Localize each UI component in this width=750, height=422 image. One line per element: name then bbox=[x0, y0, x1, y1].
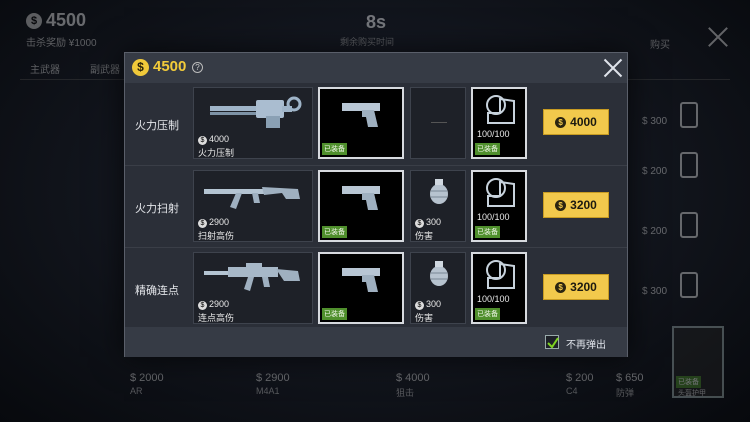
equipped-badge: 已装备 bbox=[322, 143, 347, 155]
loadout-purchase-dialog: $ 4500 ? 火力压制 $4000 火力压制 已装备 100/100 已装备… bbox=[124, 52, 628, 357]
armor-slot[interactable]: 100/100 已装备 bbox=[471, 87, 527, 159]
bg-bottom-price: $ 650 bbox=[616, 372, 644, 384]
player-money: 4500 bbox=[153, 58, 187, 75]
armor-icon bbox=[680, 272, 698, 298]
secondary-weapon-slot[interactable]: 已装备 bbox=[318, 170, 404, 242]
dollar-icon: $ bbox=[555, 282, 567, 293]
bg-bottom-name: M4A1 bbox=[256, 386, 280, 396]
dont-show-again-label: 不再弹出 bbox=[566, 340, 606, 351]
grenade-slot[interactable]: $300 伤害 bbox=[410, 170, 466, 242]
dollar-icon: $ bbox=[198, 136, 207, 145]
armor-icon bbox=[486, 95, 515, 124]
dollar-icon: $ bbox=[555, 117, 567, 128]
bg-bottom-name: 狙击 bbox=[396, 388, 415, 398]
dialog-footer: 不再弹出 bbox=[125, 327, 627, 357]
empty-slot-dash bbox=[431, 122, 447, 123]
dollar-coin-icon: $ bbox=[132, 59, 149, 76]
ak-rifle-icon bbox=[204, 187, 300, 209]
buy-loadout-button[interactable]: $3200 bbox=[543, 192, 609, 218]
bg-money-sub: 击杀奖励 ¥1000 bbox=[26, 38, 97, 49]
dollar-icon: $ bbox=[198, 219, 207, 228]
primary-name: 连点高伤 bbox=[198, 313, 235, 323]
bg-tab-secondary: 副武器 bbox=[90, 65, 120, 76]
bg-right-item: $ 200 bbox=[640, 150, 740, 184]
bg-close-icon bbox=[707, 26, 729, 48]
loadout-row: 火力压制 $4000 火力压制 已装备 100/100 已装备 $ 4000 bbox=[125, 83, 627, 163]
pistol-icon bbox=[342, 268, 380, 292]
help-icon[interactable]: ? bbox=[192, 62, 203, 73]
equipped-badge: 已装备 bbox=[322, 226, 347, 238]
grenade-icon bbox=[430, 261, 448, 286]
dialog-header: $ 4500 ? bbox=[125, 53, 627, 83]
pistol-icon bbox=[342, 186, 380, 210]
primary-name: 扫射高伤 bbox=[198, 231, 235, 241]
primary-price: $2900 bbox=[198, 217, 229, 228]
armor-slot[interactable]: 100/100 已装备 bbox=[471, 252, 527, 324]
armor-icon bbox=[486, 178, 515, 207]
loadout-row: 精确连点 $2900 连点高伤 已装备 $ 300 伤害 100/100 已装备… bbox=[125, 247, 627, 327]
pistol-icon bbox=[342, 103, 380, 127]
bg-right-item: $ 300 bbox=[640, 100, 740, 134]
bg-bottom-price: $ 2900 bbox=[256, 372, 290, 384]
dollar-icon: $ bbox=[415, 219, 424, 228]
bg-selected-item: 已装备 头盔护甲 bbox=[672, 326, 724, 398]
flashbang-icon bbox=[680, 152, 698, 178]
loadout-name: 火力扫射 bbox=[135, 203, 179, 215]
primary-price: $4000 bbox=[198, 134, 229, 145]
secondary-weapon-slot[interactable]: 已装备 bbox=[318, 252, 404, 324]
checkmark-icon bbox=[547, 337, 559, 349]
secondary-weapon-slot[interactable]: 已装备 bbox=[318, 87, 404, 159]
grenade-name: 伤害 bbox=[415, 231, 434, 241]
loadout-row: 火力扫射 $2900 扫射高伤 已装备 $ 300 伤害 100/100 已装备… bbox=[125, 165, 627, 245]
game-screen: $4500 击杀奖励 ¥1000 8s 剩余购买时间 购买 主武器 副武器 $ … bbox=[0, 0, 750, 422]
bg-money: $4500 bbox=[26, 10, 86, 31]
grenade-name: 伤害 bbox=[415, 313, 434, 323]
smoke-icon bbox=[680, 212, 698, 238]
armor-value: 100/100 bbox=[477, 294, 510, 304]
grenade-price: $300 bbox=[415, 299, 441, 310]
buy-loadout-button[interactable]: $3200 bbox=[543, 274, 609, 300]
equipped-badge: 已装备 bbox=[475, 226, 500, 238]
dollar-icon: $ bbox=[198, 301, 207, 310]
armor-icon bbox=[486, 260, 515, 289]
grenade-slot[interactable]: $300 伤害 bbox=[410, 252, 466, 324]
bg-tab-primary: 主武器 bbox=[30, 65, 60, 76]
loadout-name: 精确连点 bbox=[135, 285, 179, 297]
dollar-icon: $ bbox=[415, 301, 424, 310]
primary-weapon-slot[interactable]: $4000 火力压制 bbox=[193, 87, 313, 159]
equipped-badge: 已装备 bbox=[322, 308, 347, 320]
primary-weapon-slot[interactable]: $2900 连点高伤 bbox=[193, 252, 313, 324]
bg-right-label: 购买 bbox=[650, 40, 670, 51]
bg-right-item: $ 300 bbox=[640, 270, 740, 304]
armor-value: 100/100 bbox=[477, 212, 510, 222]
dont-show-again-checkbox[interactable] bbox=[545, 335, 559, 349]
bg-timer: 8s bbox=[366, 12, 387, 32]
m4-rifle-icon bbox=[204, 263, 300, 291]
primary-weapon-slot[interactable]: $2900 扫射高伤 bbox=[193, 170, 313, 242]
close-button[interactable] bbox=[603, 58, 623, 78]
equipped-badge: 已装备 bbox=[475, 143, 500, 155]
grenade-price: $300 bbox=[415, 217, 441, 228]
bg-bottom-name: C4 bbox=[566, 386, 578, 396]
grenade-icon bbox=[680, 102, 698, 128]
buy-loadout-button[interactable]: $4000 bbox=[543, 109, 609, 135]
bg-right-item: $ 200 bbox=[640, 210, 740, 244]
primary-price: $2900 bbox=[198, 299, 229, 310]
bg-bottom-name: AR bbox=[130, 386, 143, 396]
minigun-icon bbox=[210, 96, 302, 128]
bg-dollar-icon: $ bbox=[26, 13, 42, 29]
loadout-name: 火力压制 bbox=[135, 120, 179, 132]
grenade-slot-empty bbox=[410, 87, 466, 159]
equipped-badge: 已装备 bbox=[475, 308, 500, 320]
bg-bottom-price: $ 200 bbox=[566, 372, 594, 384]
bg-bottom-price: $ 4000 bbox=[396, 372, 430, 384]
bg-timer-sub: 剩余购买时间 bbox=[340, 37, 395, 47]
grenade-icon bbox=[430, 179, 448, 204]
armor-slot[interactable]: 100/100 已装备 bbox=[471, 170, 527, 242]
armor-value: 100/100 bbox=[477, 129, 510, 139]
bg-bottom-price: $ 2000 bbox=[130, 372, 164, 384]
primary-name: 火力压制 bbox=[198, 148, 235, 158]
dollar-icon: $ bbox=[555, 200, 567, 211]
bg-bottom-name: 防弹 bbox=[616, 388, 635, 398]
